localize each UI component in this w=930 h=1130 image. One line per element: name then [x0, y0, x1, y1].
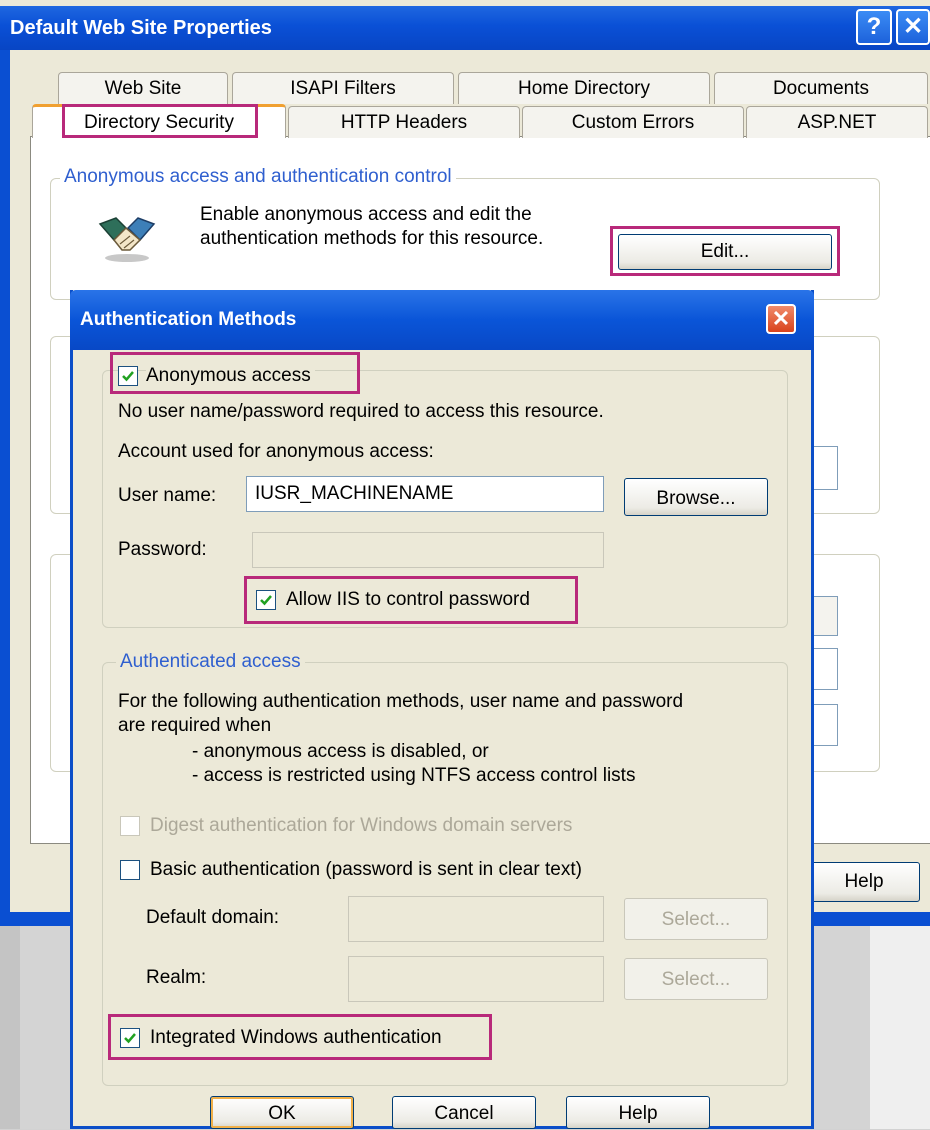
- highlight-directory-security: [62, 104, 258, 138]
- username-label: User name:: [118, 485, 217, 506]
- cancel-button[interactable]: Cancel: [392, 1096, 536, 1129]
- tab-documents[interactable]: Documents: [714, 72, 928, 104]
- background-window-title: Default Web Site Properties: [10, 17, 272, 39]
- default-domain-label: Default domain:: [146, 907, 280, 928]
- ok-button[interactable]: OK: [210, 1096, 354, 1129]
- default-domain-select-button[interactable]: Select...: [624, 898, 768, 940]
- default-domain-field[interactable]: [348, 896, 604, 942]
- tab-asp-net[interactable]: ASP.NET: [746, 106, 928, 138]
- bullet-line: - anonymous access is disabled, or: [192, 741, 489, 762]
- basic-auth-checkbox[interactable]: [120, 860, 140, 880]
- browse-button[interactable]: Browse...: [624, 478, 768, 516]
- desktop-area: [870, 926, 930, 1129]
- highlight-edit-button: [610, 226, 840, 276]
- password-field[interactable]: [252, 532, 604, 568]
- dialog-title: Authentication Methods: [80, 309, 297, 330]
- realm-label: Realm:: [146, 967, 207, 988]
- tab-http-headers[interactable]: HTTP Headers: [288, 106, 520, 138]
- highlight-integrated-windows-auth: [108, 1014, 492, 1060]
- anonymous-description: Enable anonymous access and edit the aut…: [200, 203, 620, 251]
- dialog-close-icon[interactable]: ✕: [766, 304, 796, 334]
- digest-auth-label: Digest authentication for Windows domain…: [150, 815, 573, 836]
- tab-isapi-filters[interactable]: ISAPI Filters: [232, 72, 454, 104]
- realm-select-button[interactable]: Select...: [624, 958, 768, 1000]
- highlight-allow-iis: [244, 576, 578, 624]
- highlight-anonymous-access: [110, 352, 360, 394]
- description-line: authentication methods for this resource…: [200, 228, 544, 249]
- realm-field[interactable]: [348, 956, 604, 1002]
- digest-auth-checkbox[interactable]: [120, 816, 140, 836]
- background-help-button[interactable]: Help: [808, 862, 920, 902]
- account-label: Account used for anonymous access:: [118, 441, 434, 462]
- anonymous-note: No user name/password required to access…: [118, 401, 604, 422]
- window-border: [0, 50, 10, 925]
- intro-line: For the following authentication methods…: [118, 691, 684, 712]
- tab-custom-errors[interactable]: Custom Errors: [522, 106, 744, 138]
- tab-web-site[interactable]: Web Site: [58, 72, 228, 104]
- basic-auth-label[interactable]: Basic authentication (password is sent i…: [150, 858, 582, 882]
- username-input[interactable]: IUSR_MACHINENAME: [246, 476, 604, 512]
- authenticated-access-label: Authenticated access: [116, 650, 305, 674]
- tab-home-directory[interactable]: Home Directory: [458, 72, 710, 104]
- password-label: Password:: [118, 539, 207, 560]
- intro-line: are required when: [118, 715, 272, 736]
- bullet-line: - access is restricted using NTFS access…: [192, 765, 636, 786]
- handshake-icon: [96, 210, 158, 271]
- description-line: Enable anonymous access and edit the: [200, 204, 532, 225]
- desktop-area: [0, 926, 20, 1129]
- group-label: Anonymous access and authentication cont…: [60, 166, 456, 188]
- close-icon[interactable]: ✕: [896, 9, 930, 45]
- help-icon[interactable]: ?: [856, 9, 892, 45]
- dialog-help-button[interactable]: Help: [566, 1096, 710, 1129]
